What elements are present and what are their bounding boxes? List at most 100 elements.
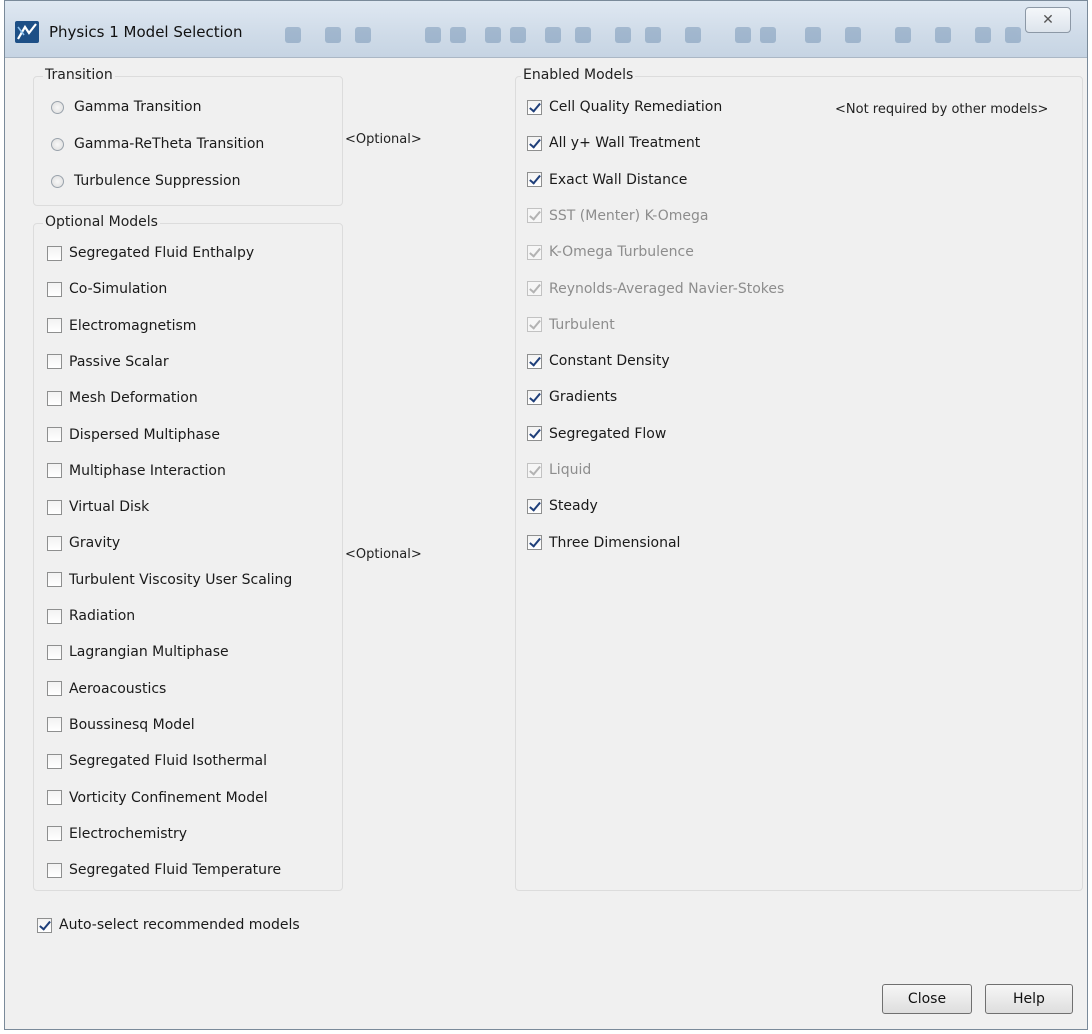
close-button[interactable]: Close: [882, 984, 972, 1014]
option-label: All y+ Wall Treatment: [549, 135, 701, 152]
checkbox-row-gradients[interactable]: Gradients: [527, 386, 617, 408]
close-icon: ✕: [1042, 12, 1054, 28]
option-label: Vorticity Confinement Model: [69, 789, 268, 806]
option-label: Lagrangian Multiphase: [69, 644, 229, 661]
checkbox-row-boussinesq-model[interactable]: Boussinesq Model: [47, 714, 195, 736]
checkbox-row-mesh-deformation[interactable]: Mesh Deformation: [47, 387, 198, 409]
checkbox[interactable]: [47, 427, 62, 442]
option-label: Electrochemistry: [69, 825, 188, 842]
checkbox-row-virtual-disk[interactable]: Virtual Disk: [47, 496, 149, 518]
checkbox: [527, 281, 542, 296]
help-button[interactable]: Help: [985, 984, 1073, 1014]
checkbox-row-segregated-fluid-temperature[interactable]: Segregated Fluid Temperature: [47, 859, 281, 881]
radio-button[interactable]: [51, 100, 64, 114]
checkbox-row-three-dimensional[interactable]: Three Dimensional: [527, 532, 680, 554]
checkbox-row-all-y-wall-treatment[interactable]: All y+ Wall Treatment: [527, 132, 700, 154]
checkbox[interactable]: [47, 245, 62, 261]
transition-group-title: Transition: [43, 67, 115, 83]
checkbox-row-sst-menter-k-omega: SST (Menter) K-Omega: [527, 205, 708, 227]
checkbox[interactable]: [47, 572, 62, 588]
auto-select-checkbox-row[interactable]: Auto-select recommended models: [37, 914, 300, 936]
checkbox-row-electrochemistry[interactable]: Electrochemistry: [47, 823, 187, 845]
option-label: Gamma Transition: [74, 99, 202, 115]
option-label: Electromagnetism: [69, 317, 197, 334]
checkbox[interactable]: [47, 644, 62, 660]
checkbox[interactable]: [47, 717, 62, 733]
option-label: Segregated Fluid Enthalpy: [69, 245, 255, 261]
checkbox[interactable]: [47, 390, 62, 406]
option-label: Segregated Flow: [549, 425, 667, 442]
checkbox-row-multiphase-interaction[interactable]: Multiphase Interaction: [47, 460, 226, 482]
option-label: Segregated Fluid Isothermal: [69, 753, 267, 770]
option-label: Passive Scalar: [69, 353, 169, 370]
enabled-models-group-title: Enabled Models: [521, 67, 636, 83]
option-label: Turbulent Viscosity User Scaling: [69, 571, 293, 588]
transition-optional-label: <Optional>: [345, 132, 422, 147]
checkbox-row-lagrangian-multiphase[interactable]: Lagrangian Multiphase: [47, 641, 229, 663]
checkbox[interactable]: [47, 535, 62, 551]
checkbox[interactable]: [47, 499, 62, 515]
checkbox[interactable]: [527, 498, 542, 514]
checkbox-row-constant-density[interactable]: Constant Density: [527, 350, 670, 372]
option-label: Aeroacoustics: [69, 680, 167, 697]
radio-row-turbulence-suppression[interactable]: Turbulence Suppression: [51, 170, 240, 192]
option-label: Radiation: [69, 608, 136, 624]
radio-row-gamma-retheta-transition[interactable]: Gamma-ReTheta Transition: [51, 133, 264, 155]
checkbox[interactable]: [527, 99, 542, 115]
model-selection-dialog: Physics 1 Model Selection ✕ Transition G…: [4, 0, 1088, 1030]
checkbox-row-aeroacoustics[interactable]: Aeroacoustics: [47, 678, 166, 700]
title-bar[interactable]: Physics 1 Model Selection ✕: [5, 1, 1087, 58]
checkbox[interactable]: [47, 354, 62, 370]
option-label: Dispersed Multiphase: [69, 426, 220, 443]
checkbox[interactable]: [47, 318, 62, 334]
checkbox[interactable]: [47, 281, 62, 297]
checkbox[interactable]: [527, 135, 542, 151]
checkbox[interactable]: [47, 826, 62, 842]
checkbox[interactable]: [527, 353, 542, 369]
checkbox[interactable]: [47, 790, 62, 805]
auto-select-checkbox[interactable]: [37, 917, 52, 933]
option-label: SST (Menter) K-Omega: [549, 207, 709, 224]
checkbox[interactable]: [47, 463, 62, 479]
checkbox-row-passive-scalar[interactable]: Passive Scalar: [47, 351, 169, 373]
checkbox: [527, 208, 542, 224]
option-label: Boussinesq Model: [69, 716, 195, 733]
checkbox-row-segregated-fluid-isothermal[interactable]: Segregated Fluid Isothermal: [47, 750, 267, 772]
option-label: K-Omega Turbulence: [549, 244, 694, 261]
checkbox[interactable]: [527, 426, 542, 442]
checkbox[interactable]: [527, 389, 542, 405]
background-toolbar-icons: [285, 25, 1045, 47]
enabled-models-group: [515, 76, 1083, 891]
window-title: Physics 1 Model Selection: [49, 23, 243, 41]
checkbox[interactable]: [47, 862, 62, 878]
checkbox-row-turbulent-viscosity-user-scaling[interactable]: Turbulent Viscosity User Scaling: [47, 569, 292, 591]
radio-button[interactable]: [51, 174, 64, 188]
auto-select-label: Auto-select recommended models: [59, 917, 300, 933]
checkbox-row-cell-quality-remediation[interactable]: Cell Quality Remediation: [527, 96, 722, 118]
option-label: Virtual Disk: [69, 499, 150, 516]
checkbox-row-k-omega-turbulence: K-Omega Turbulence: [527, 241, 694, 263]
checkbox-row-vorticity-confinement-model[interactable]: Vorticity Confinement Model: [47, 787, 268, 809]
option-label: Turbulence Suppression: [74, 173, 241, 189]
checkbox[interactable]: [527, 172, 542, 188]
checkbox-row-electromagnetism[interactable]: Electromagnetism: [47, 315, 196, 337]
checkbox-row-exact-wall-distance[interactable]: Exact Wall Distance: [527, 169, 687, 191]
checkbox[interactable]: [47, 681, 62, 697]
checkbox-row-dispersed-multiphase[interactable]: Dispersed Multiphase: [47, 424, 220, 446]
checkbox-row-co-simulation[interactable]: Co-Simulation: [47, 278, 167, 300]
checkbox[interactable]: [47, 753, 62, 769]
checkbox-row-segregated-flow[interactable]: Segregated Flow: [527, 423, 666, 445]
checkbox-row-steady[interactable]: Steady: [527, 495, 598, 517]
checkbox-row-gravity[interactable]: Gravity: [47, 532, 120, 554]
checkbox-row-segregated-fluid-enthalpy[interactable]: Segregated Fluid Enthalpy: [47, 242, 254, 264]
option-label: Segregated Fluid Temperature: [69, 862, 282, 879]
option-label: Steady: [549, 498, 598, 515]
radio-button[interactable]: [51, 137, 64, 151]
checkbox: [527, 462, 542, 478]
checkbox[interactable]: [47, 608, 62, 624]
option-label: Three Dimensional: [549, 534, 681, 551]
window-close-button[interactable]: ✕: [1025, 7, 1071, 33]
checkbox[interactable]: [527, 535, 542, 551]
checkbox-row-radiation[interactable]: Radiation: [47, 605, 135, 627]
radio-row-gamma-transition[interactable]: Gamma Transition: [51, 96, 201, 118]
